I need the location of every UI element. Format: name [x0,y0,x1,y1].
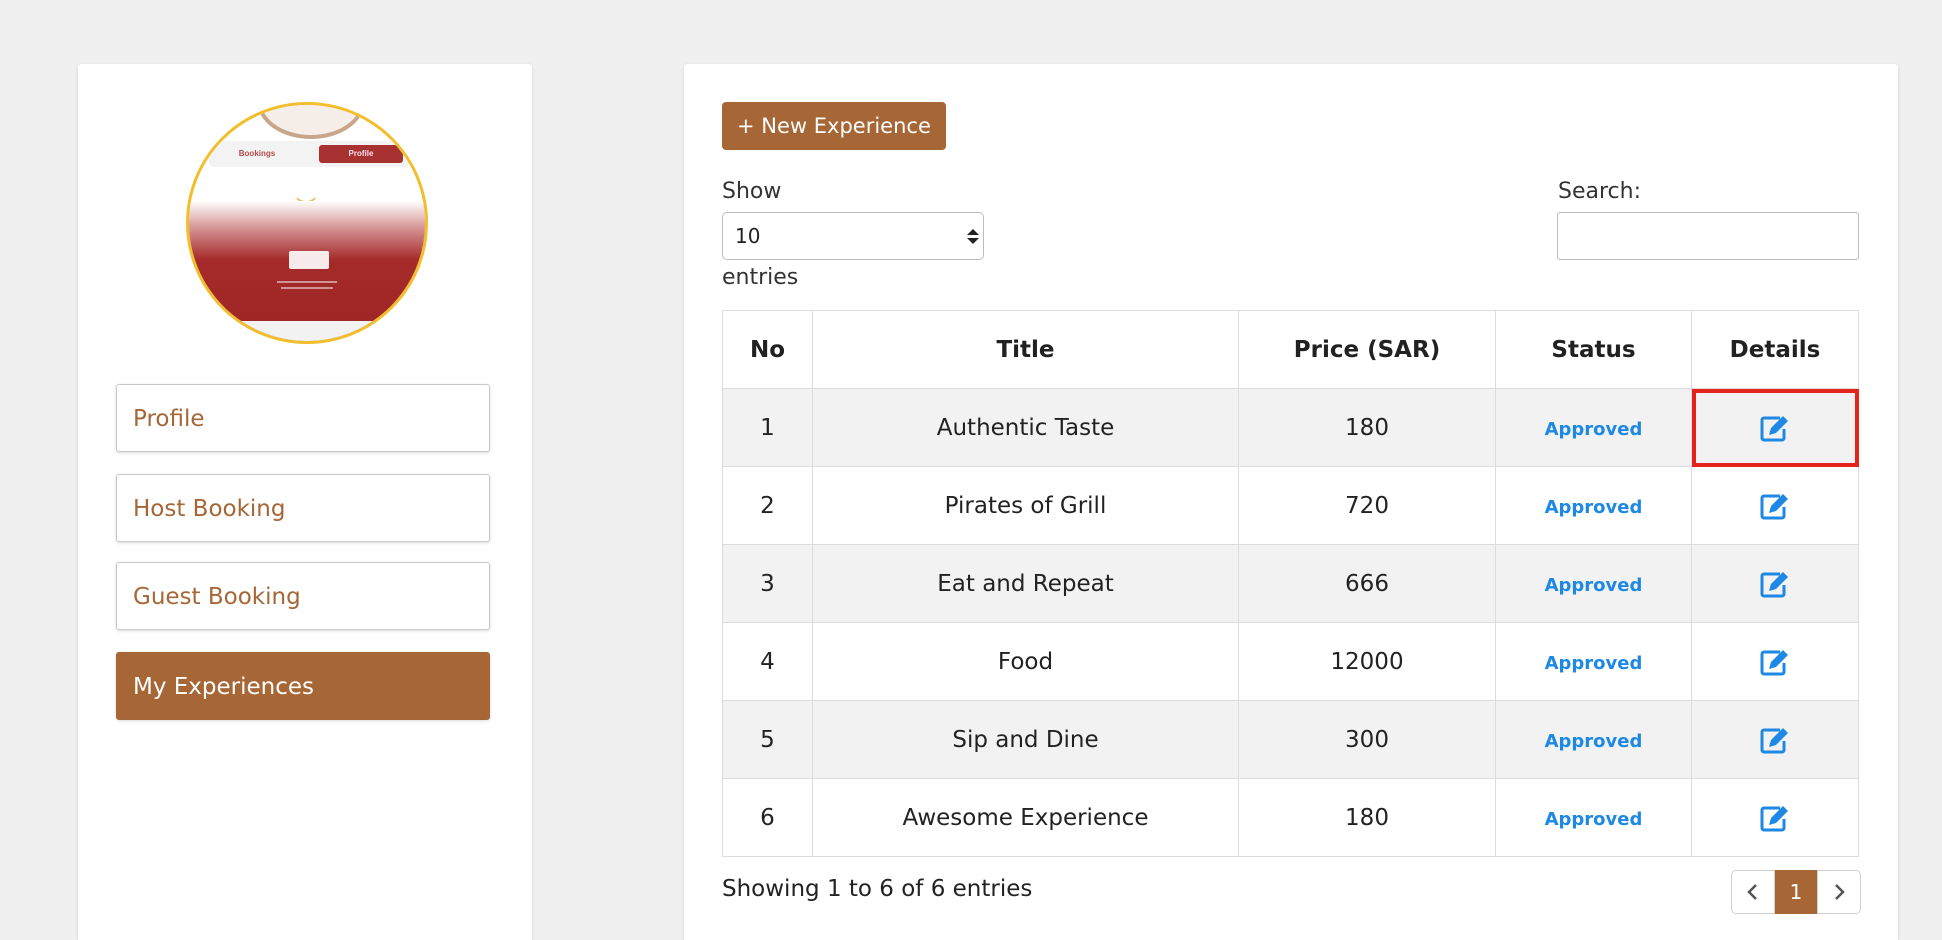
avatar-tab-profile: Profile [319,145,403,163]
page-button-current[interactable]: 1 [1775,870,1817,914]
cell-title: Food [812,622,1239,701]
table-row: 1 Authentic Taste 180 Approved [722,388,1859,467]
cell-status: Approved [1495,778,1692,857]
experiences-table: No Title Price (SAR) Status Details 1 Au… [722,310,1859,857]
sidebar-card: Bookings Profile Profile Host Booking Gu… [78,64,532,940]
status-badge: Approved [1544,418,1643,440]
cell-details [1691,778,1859,857]
avatar-tab-bookings: Bookings [238,149,276,158]
new-experience-button[interactable]: + New Experience [722,102,946,150]
previous-page-button[interactable] [1731,870,1775,914]
edit-icon[interactable] [1760,648,1790,676]
edit-icon[interactable] [1760,492,1790,520]
search-input[interactable] [1557,212,1859,260]
status-badge: Approved [1544,808,1643,830]
edit-icon[interactable] [1760,414,1790,442]
cell-no: 4 [722,622,813,701]
cell-price: 300 [1238,700,1496,779]
avatar-bottom-bar [189,321,425,341]
cell-status: Approved [1495,388,1692,467]
avatar[interactable]: Bookings Profile [186,102,428,344]
table-row: 2 Pirates of Grill 720 Approved [722,466,1859,545]
sidebar-item-profile[interactable]: Profile [116,384,490,452]
cell-status: Approved [1495,700,1692,779]
cell-title: Eat and Repeat [812,544,1239,623]
header-status[interactable]: Status [1495,310,1692,389]
chevron-left-icon [1747,884,1757,900]
status-badge: Approved [1544,496,1643,518]
cell-no: 5 [722,700,813,779]
next-page-button[interactable] [1817,870,1861,914]
main-card: + New Experience Show 10 entries Search:… [684,64,1898,940]
status-badge: Approved [1544,730,1643,752]
loading-spinner-icon [292,175,320,203]
logo-icon [289,251,329,269]
table-row: 5 Sip and Dine 300 Approved [722,700,1859,779]
cell-title: Awesome Experience [812,778,1239,857]
cell-details [1691,388,1859,467]
avatar-caption-line [281,287,333,289]
cell-title: Pirates of Grill [812,466,1239,545]
cell-details [1691,544,1859,623]
cell-price: 180 [1238,388,1496,467]
table-row: 3 Eat and Repeat 666 Approved [722,544,1859,623]
sidebar-item-my-experiences[interactable]: My Experiences [116,652,490,720]
avatar-arc [257,105,365,139]
chevron-right-icon [1835,884,1845,900]
header-details[interactable]: Details [1691,310,1859,389]
cell-no: 3 [722,544,813,623]
sidebar-item-guest-booking[interactable]: Guest Booking [116,562,490,630]
cell-price: 12000 [1238,622,1496,701]
cell-status: Approved [1495,622,1692,701]
edit-icon[interactable] [1760,570,1790,598]
header-no[interactable]: No [722,310,813,389]
pagination: 1 [1731,870,1861,914]
search-label: Search: [1558,179,1641,204]
cell-no: 2 [722,466,813,545]
avatar-tabs: Bookings Profile [209,141,409,167]
cell-status: Approved [1495,544,1692,623]
table-row: 4 Food 12000 Approved [722,622,1859,701]
cell-price: 666 [1238,544,1496,623]
cell-price: 720 [1238,466,1496,545]
cell-price: 180 [1238,778,1496,857]
cell-status: Approved [1495,466,1692,545]
header-title[interactable]: Title [812,310,1239,389]
entries-select-value: 10 [735,224,761,248]
cell-title: Sip and Dine [812,700,1239,779]
edit-icon[interactable] [1760,726,1790,754]
status-badge: Approved [1544,574,1643,596]
entries-label: entries [722,265,799,290]
cell-details [1691,700,1859,779]
sidebar-item-host-booking[interactable]: Host Booking [116,474,490,542]
status-badge: Approved [1544,652,1643,674]
entries-select[interactable]: 10 [722,212,984,260]
show-label: Show [722,179,782,204]
header-price[interactable]: Price (SAR) [1238,310,1496,389]
cell-no: 1 [722,388,813,467]
cell-title: Authentic Taste [812,388,1239,467]
table-info: Showing 1 to 6 of 6 entries [722,876,1033,902]
avatar-background [189,201,425,341]
avatar-caption-line [277,281,337,283]
table-row: 6 Awesome Experience 180 Approved [722,778,1859,857]
cell-details [1691,466,1859,545]
table-header-row: No Title Price (SAR) Status Details [722,310,1859,389]
edit-icon[interactable] [1760,804,1790,832]
cell-no: 6 [722,778,813,857]
cell-details [1691,622,1859,701]
